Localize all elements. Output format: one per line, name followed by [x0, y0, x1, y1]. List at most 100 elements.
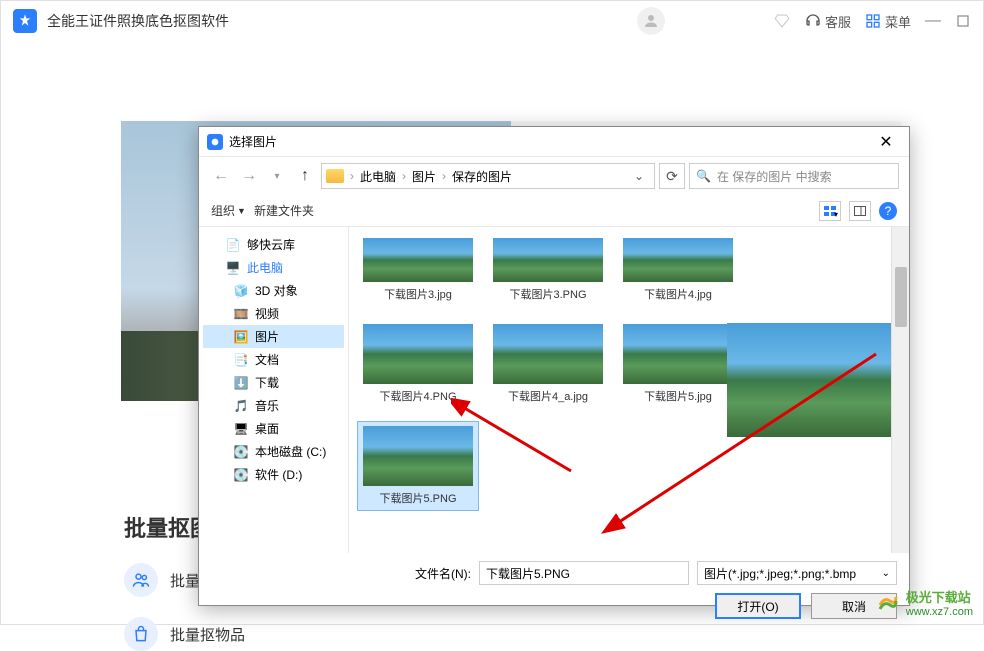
dialog-nav-bar: ← → ▾ ↑ › 此电脑 › 图片 › 保存的图片 ⌄ ⟳ 🔍 在 保存的图	[199, 157, 909, 195]
crumb-saved[interactable]: 保存的图片	[448, 168, 516, 185]
file-thumbnail	[363, 238, 473, 282]
menu-button[interactable]: 菜单	[865, 12, 911, 31]
customer-service-button[interactable]: 客服	[805, 12, 851, 31]
app-logo-icon	[13, 9, 37, 33]
3d-icon: 🧊	[233, 284, 249, 298]
sidebar-item-music[interactable]: 🎵 音乐	[203, 394, 344, 417]
dialog-footer: 文件名(N): 图片(*.jpg;*.jpeg;*.png;*.bmp ⌄ 打开…	[199, 553, 909, 627]
sidebar-item-video[interactable]: 🎞️视频	[203, 302, 344, 325]
file-thumbnail	[363, 426, 473, 486]
dialog-app-icon	[207, 134, 223, 150]
chevron-right-icon: ›	[442, 169, 446, 183]
filename-input[interactable]	[479, 561, 689, 585]
search-icon: 🔍	[696, 169, 711, 183]
nav-up-icon[interactable]: ↑	[293, 164, 317, 188]
file-label: 下载图片5.PNG	[379, 490, 456, 506]
file-thumbnail	[493, 324, 603, 384]
refresh-icon[interactable]: ⟳	[659, 163, 685, 189]
sidebar-item-label: 本地磁盘 (C:)	[255, 443, 326, 460]
sidebar-item-desk[interactable]: 🖥 桌面	[203, 417, 344, 440]
pic-icon: 🖼️	[233, 330, 249, 344]
sidebar-item-pic[interactable]: 🖼️ 图片	[203, 325, 344, 348]
sidebar-item-doc[interactable]: 📄够快云库	[203, 233, 344, 256]
file-label: 下载图片3.PNG	[509, 286, 586, 302]
filename-label: 文件名(N):	[211, 565, 471, 582]
dialog-toolbar: 组织 ▼ 新建文件夹 ?	[199, 195, 909, 227]
chevron-right-icon: ›	[350, 169, 354, 183]
dialog-title: 选择图片	[229, 133, 871, 150]
help-icon[interactable]: ?	[879, 202, 897, 220]
user-avatar-icon[interactable]	[637, 7, 665, 35]
folder-icon	[326, 169, 344, 183]
file-thumbnail	[623, 324, 733, 384]
preview-pane-button[interactable]	[849, 201, 871, 221]
file-label: 下载图片5.jpg	[644, 388, 712, 404]
dl-icon: ⬇️	[233, 376, 249, 390]
crumb-pictures[interactable]: 图片	[408, 168, 440, 185]
watermark-url: www.xz7.com	[906, 606, 973, 618]
dialog-sidebar: 📄够快云库 🖥️ 此电脑 🧊 3D 对象 🎞️视频 🖼️ 图片 📑文档 ⬇️ 下载 🎵 音乐 🖥 桌面 💽 本地…	[199, 227, 349, 553]
crumb-pc[interactable]: 此电脑	[356, 168, 400, 185]
sidebar-item-disk[interactable]: 💽软件 (D:)	[203, 463, 344, 486]
watermark-logo-icon	[876, 591, 900, 615]
sidebar-item-docs[interactable]: 📑文档	[203, 348, 344, 371]
file-item[interactable]: 下载图片4_a.jpg	[487, 319, 609, 409]
music-icon: 🎵	[233, 399, 249, 413]
new-folder-button[interactable]: 新建文件夹	[254, 202, 314, 219]
chevron-down-icon: ▼	[237, 206, 246, 216]
chevron-down-icon[interactable]: ▾	[265, 164, 289, 188]
breadcrumb-dropdown-icon[interactable]: ⌄	[628, 169, 650, 183]
scrollbar[interactable]	[891, 227, 909, 553]
sidebar-item-label: 视频	[255, 305, 279, 322]
pc-icon: 🖥️	[225, 261, 241, 275]
doc-icon: 📄	[225, 238, 241, 252]
file-open-dialog: 选择图片 ✕ ← → ▾ ↑ › 此电脑 › 图片 › 保存的图片 ⌄ ⟳	[198, 126, 910, 606]
desk-icon: 🖥	[233, 422, 249, 436]
bag-icon	[124, 617, 158, 651]
dialog-titlebar: 选择图片 ✕	[199, 127, 909, 157]
file-item[interactable]: 下载图片3.PNG	[487, 233, 609, 307]
view-mode-button[interactable]	[819, 201, 841, 221]
close-icon[interactable]: ✕	[871, 130, 901, 154]
watermark: 极光下载站 www.xz7.com	[876, 587, 973, 618]
sidebar-item-pc[interactable]: 🖥️ 此电脑	[203, 256, 344, 279]
app-titlebar: 全能王证件照换底色抠图软件 客服 菜单 —	[1, 1, 983, 41]
sidebar-item-label: 下载	[255, 374, 279, 391]
file-label: 下载图片4_a.jpg	[508, 388, 588, 404]
file-item[interactable]: 下载图片4.jpg	[617, 233, 739, 307]
file-item[interactable]: 下载图片3.jpg	[357, 233, 479, 307]
sidebar-item-label: 图片	[255, 328, 279, 345]
sidebar-item-disk[interactable]: 💽 本地磁盘 (C:)	[203, 440, 344, 463]
filetype-filter-select[interactable]: 图片(*.jpg;*.jpeg;*.png;*.bmp ⌄	[697, 561, 897, 585]
vip-diamond-icon[interactable]	[773, 12, 791, 30]
chevron-down-icon: ⌄	[882, 568, 890, 579]
sidebar-item-label: 桌面	[255, 420, 279, 437]
organize-button[interactable]: 组织 ▼	[211, 202, 246, 219]
minimize-button[interactable]: —	[925, 13, 941, 29]
search-input[interactable]: 🔍 在 保存的图片 中搜索	[689, 163, 899, 189]
disk-icon: 💽	[233, 445, 249, 459]
maximize-button[interactable]	[955, 13, 971, 29]
breadcrumb[interactable]: › 此电脑 › 图片 › 保存的图片 ⌄	[321, 163, 655, 189]
nav-forward-icon: →	[237, 164, 261, 188]
sidebar-item-label: 3D 对象	[255, 282, 298, 299]
open-button[interactable]: 打开(O)	[715, 593, 801, 619]
nav-back-icon[interactable]: ←	[209, 164, 233, 188]
file-thumbnail	[363, 324, 473, 384]
file-item[interactable]: 下载图片4.PNG	[357, 319, 479, 409]
feature-label: 批量	[170, 570, 200, 591]
dialog-content: 📄够快云库 🖥️ 此电脑 🧊 3D 对象 🎞️视频 🖼️ 图片 📑文档 ⬇️ 下载 🎵 音乐 🖥 桌面 💽 本地…	[199, 227, 909, 553]
search-placeholder: 在 保存的图片 中搜索	[717, 168, 832, 185]
app-title: 全能王证件照换底色抠图软件	[47, 11, 637, 31]
sidebar-item-label: 音乐	[255, 397, 279, 414]
file-label: 下载图片4.PNG	[379, 388, 456, 404]
chevron-right-icon: ›	[402, 169, 406, 183]
watermark-name: 极光下载站	[906, 587, 973, 606]
people-icon	[124, 563, 158, 597]
sidebar-item-3d[interactable]: 🧊 3D 对象	[203, 279, 344, 302]
file-item[interactable]: 下载图片5.jpg	[617, 319, 739, 409]
file-item[interactable]: 下载图片5.PNG	[357, 421, 479, 511]
file-thumbnail	[623, 238, 733, 282]
sidebar-item-dl[interactable]: ⬇️ 下载	[203, 371, 344, 394]
sidebar-item-label: 此电脑	[247, 259, 283, 276]
